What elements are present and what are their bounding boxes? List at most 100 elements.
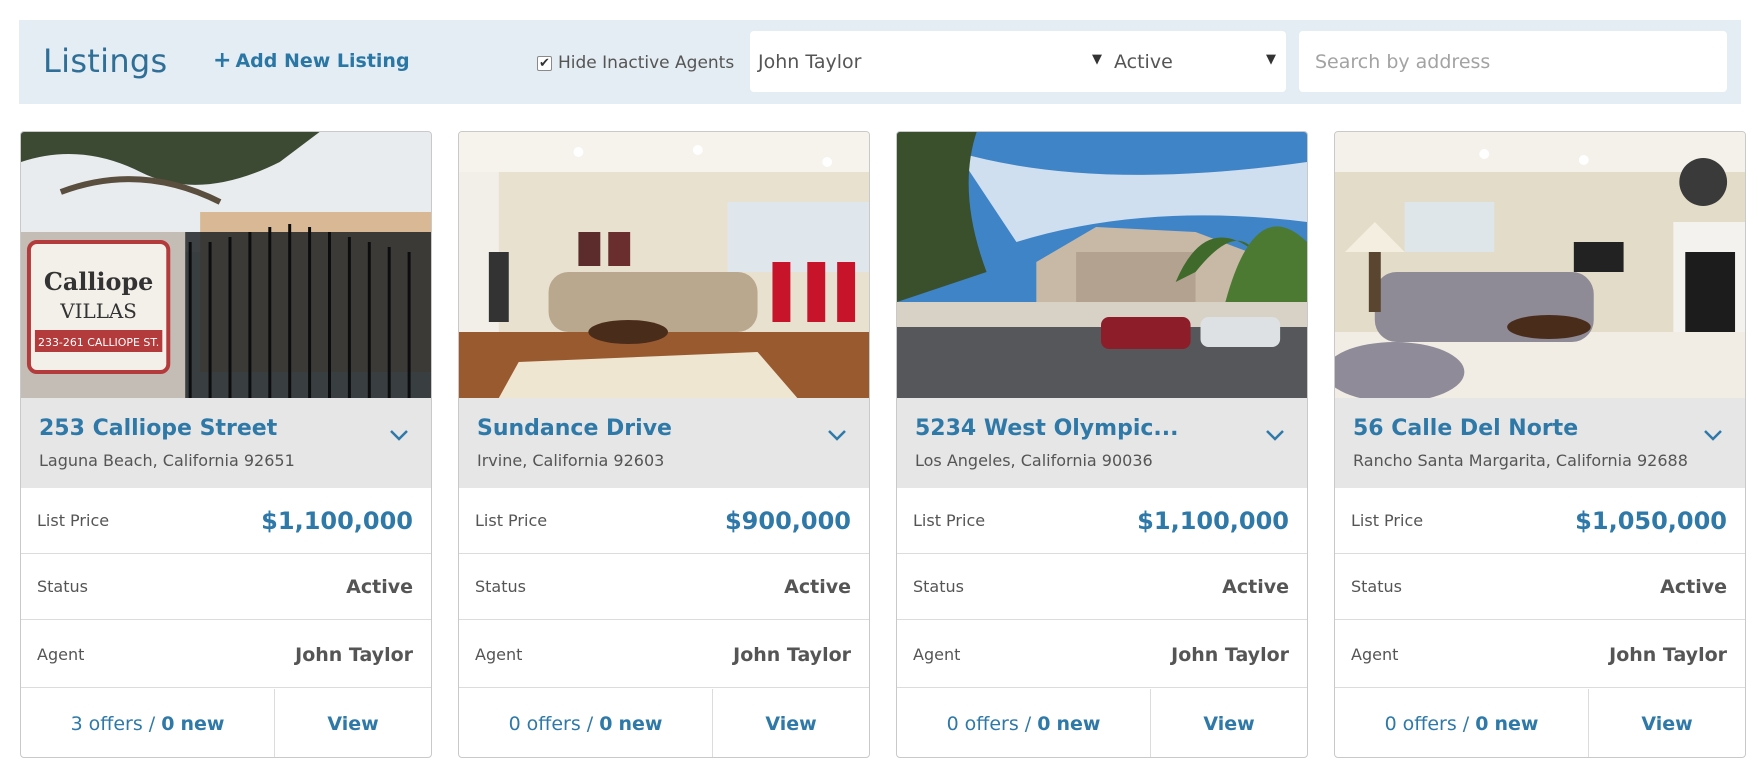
listing-city: Rancho Santa Margarita, California 92688 bbox=[1353, 451, 1688, 470]
offers-count: 3 bbox=[70, 713, 83, 735]
offers-label: offers / bbox=[964, 713, 1032, 735]
new-offers-count: 0 bbox=[599, 713, 613, 735]
svg-text:Calliope: Calliope bbox=[44, 268, 154, 296]
status-row: Status Active bbox=[897, 554, 1307, 620]
living-room-photo[interactable] bbox=[459, 132, 869, 398]
listing-city: Laguna Beach, California 92651 bbox=[39, 451, 295, 470]
listing-footer: 0 offers / 0 new View bbox=[459, 689, 869, 757]
list-price-value: $1,050,000 bbox=[1575, 506, 1727, 535]
offers-label: offers / bbox=[1402, 713, 1470, 735]
new-offers-count: 0 bbox=[1037, 713, 1051, 735]
view-button[interactable]: View bbox=[1151, 689, 1307, 757]
svg-text:VILLAS: VILLAS bbox=[59, 299, 137, 323]
list-price-label: List Price bbox=[475, 511, 548, 530]
listing-street[interactable]: 5234 West Olympic... bbox=[915, 416, 1178, 441]
agent-value: John Taylor bbox=[733, 643, 851, 666]
add-new-listing-button[interactable]: + Add New Listing bbox=[213, 48, 410, 73]
status-label: Status bbox=[1351, 577, 1402, 596]
list-price-value: $1,100,000 bbox=[261, 506, 413, 535]
listing-card: 5234 West Olympic... Los Angeles, Califo… bbox=[896, 131, 1308, 758]
list-price-label: List Price bbox=[1351, 511, 1424, 530]
svg-text:233-261 CALLIOPE ST.: 233-261 CALLIOPE ST. bbox=[38, 336, 159, 349]
chevron-down-icon[interactable] bbox=[1703, 428, 1723, 442]
dropdown-arrow-icon: ▼ bbox=[1266, 52, 1276, 67]
offers-link[interactable]: 0 offers / 0 new bbox=[459, 689, 713, 757]
listing-card: Calliope VILLAS 233-261 CALLIOPE ST. 253… bbox=[20, 131, 432, 758]
living-room-photo-2[interactable] bbox=[1335, 132, 1745, 398]
list-price-row: List Price $1,100,000 bbox=[21, 488, 431, 554]
new-offers-count: 0 bbox=[161, 713, 175, 735]
status-label: Status bbox=[37, 577, 88, 596]
view-button[interactable]: View bbox=[713, 689, 869, 757]
view-button[interactable]: View bbox=[275, 689, 431, 757]
listing-footer: 0 offers / 0 new View bbox=[1335, 689, 1745, 757]
listing-card: 56 Calle Del Norte Rancho Santa Margarit… bbox=[1334, 131, 1746, 758]
offers-label: offers / bbox=[88, 713, 156, 735]
listing-header: Sundance Drive Irvine, California 92603 bbox=[459, 398, 869, 488]
view-button[interactable]: View bbox=[1589, 689, 1745, 757]
status-row: Status Active bbox=[459, 554, 869, 620]
dropdown-arrow-icon: ▼ bbox=[1092, 52, 1102, 67]
agent-row: Agent John Taylor bbox=[21, 622, 431, 688]
hide-inactive-checkbox[interactable]: ✔ bbox=[537, 55, 552, 71]
offers-link[interactable]: 0 offers / 0 new bbox=[897, 689, 1151, 757]
new-offers-label: new bbox=[618, 713, 663, 735]
status-select[interactable]: Active ▼ bbox=[1106, 31, 1286, 92]
new-offers-label: new bbox=[180, 713, 225, 735]
listing-footer: 3 offers / 0 new View bbox=[21, 689, 431, 757]
list-price-value: $900,000 bbox=[724, 506, 851, 535]
listing-footer: 0 offers / 0 new View bbox=[897, 689, 1307, 757]
agent-row: Agent John Taylor bbox=[897, 622, 1307, 688]
hide-inactive-agents-toggle[interactable]: ✔ Hide Inactive Agents bbox=[537, 53, 734, 73]
status-label: Status bbox=[913, 577, 964, 596]
list-price-label: List Price bbox=[37, 511, 110, 530]
agent-value: John Taylor bbox=[1171, 643, 1289, 666]
offers-label: offers / bbox=[526, 713, 594, 735]
offers-count: 0 bbox=[508, 713, 521, 735]
listing-header: 5234 West Olympic... Los Angeles, Califo… bbox=[897, 398, 1307, 488]
agent-select[interactable]: John Taylor ▼ bbox=[750, 31, 1112, 92]
offers-link[interactable]: 0 offers / 0 new bbox=[1335, 689, 1589, 757]
agent-label: Agent bbox=[1351, 645, 1399, 664]
agent-value: John Taylor bbox=[295, 643, 413, 666]
listing-city: Los Angeles, California 90036 bbox=[915, 451, 1153, 470]
page-title: Listings bbox=[43, 42, 168, 80]
list-price-label: List Price bbox=[913, 511, 986, 530]
new-offers-label: new bbox=[1056, 713, 1101, 735]
agent-select-value: John Taylor bbox=[758, 50, 862, 73]
agent-value: John Taylor bbox=[1609, 643, 1727, 666]
status-value: Active bbox=[784, 575, 851, 598]
listing-street[interactable]: 56 Calle Del Norte bbox=[1353, 416, 1578, 441]
listing-city: Irvine, California 92603 bbox=[477, 451, 665, 470]
status-value: Active bbox=[1660, 575, 1727, 598]
listing-street[interactable]: Sundance Drive bbox=[477, 416, 672, 441]
list-price-value: $1,100,000 bbox=[1137, 506, 1289, 535]
new-offers-label: new bbox=[1494, 713, 1539, 735]
new-offers-count: 0 bbox=[1475, 713, 1489, 735]
agent-label: Agent bbox=[475, 645, 523, 664]
plus-icon: + bbox=[213, 48, 232, 73]
agent-row: Agent John Taylor bbox=[1335, 622, 1745, 688]
address-search-input[interactable] bbox=[1299, 31, 1727, 92]
status-row: Status Active bbox=[21, 554, 431, 620]
chevron-down-icon[interactable] bbox=[389, 428, 409, 442]
gate-sign-photo[interactable]: Calliope VILLAS 233-261 CALLIOPE ST. bbox=[21, 132, 431, 398]
listing-street[interactable]: 253 Calliope Street bbox=[39, 416, 277, 441]
add-new-listing-label: Add New Listing bbox=[235, 50, 410, 72]
chevron-down-icon[interactable] bbox=[827, 428, 847, 442]
offers-count: 0 bbox=[946, 713, 959, 735]
status-label: Status bbox=[475, 577, 526, 596]
offers-link[interactable]: 3 offers / 0 new bbox=[21, 689, 275, 757]
listings-header: Listings + Add New Listing ✔ Hide Inacti… bbox=[19, 20, 1741, 104]
status-value: Active bbox=[346, 575, 413, 598]
hide-inactive-label: Hide Inactive Agents bbox=[558, 53, 735, 73]
listing-header: 56 Calle Del Norte Rancho Santa Margarit… bbox=[1335, 398, 1745, 488]
chevron-down-icon[interactable] bbox=[1265, 428, 1285, 442]
street-exterior-photo[interactable] bbox=[897, 132, 1307, 398]
listing-header: 253 Calliope Street Laguna Beach, Califo… bbox=[21, 398, 431, 488]
list-price-row: List Price $1,100,000 bbox=[897, 488, 1307, 554]
status-row: Status Active bbox=[1335, 554, 1745, 620]
offers-count: 0 bbox=[1384, 713, 1397, 735]
status-value: Active bbox=[1222, 575, 1289, 598]
status-select-value: Active bbox=[1114, 50, 1173, 73]
